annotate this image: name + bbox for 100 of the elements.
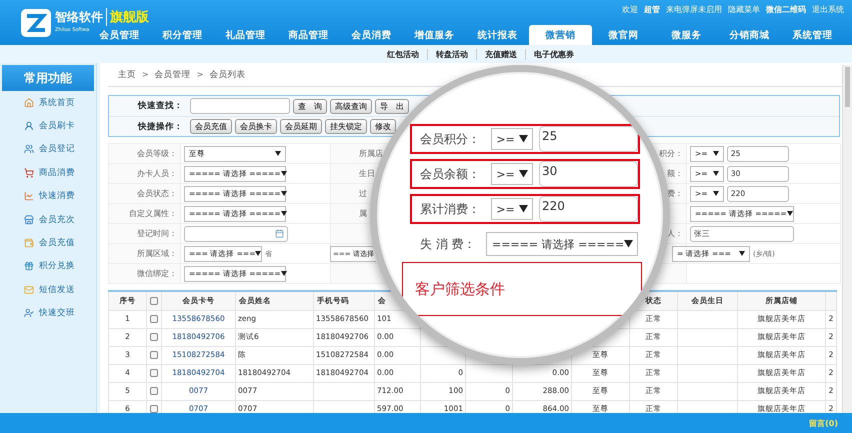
callout-note: 客户筛选条件 bbox=[402, 262, 642, 316]
breadcrumb-link[interactable]: 会员列表 bbox=[209, 68, 246, 80]
field-label: 会员积分： bbox=[420, 130, 481, 148]
wallet-icon bbox=[24, 238, 34, 248]
breadcrumb-link[interactable]: 会员管理 bbox=[154, 68, 191, 80]
nav-tab[interactable]: 微服务 bbox=[655, 25, 718, 45]
sidebar-item[interactable]: 会员刷卡 bbox=[0, 114, 96, 138]
user-icon bbox=[24, 121, 34, 132]
caret-icon bbox=[275, 151, 281, 156]
checkbox[interactable] bbox=[150, 314, 158, 323]
search-button[interactable]: 导 出 bbox=[375, 98, 409, 114]
field-label: 生日 bbox=[359, 169, 375, 178]
field-label: 积分： bbox=[659, 149, 683, 158]
edition-label: 旗舰版 bbox=[106, 8, 149, 26]
cart-icon bbox=[24, 168, 34, 178]
field-label: 会员状态： bbox=[137, 189, 177, 198]
field-label: 累计消费： bbox=[420, 200, 481, 218]
field-label: 所属区域： bbox=[137, 249, 177, 258]
nav-tab[interactable]: 增值服务 bbox=[403, 25, 466, 45]
subnav-link[interactable]: 电子优惠券 bbox=[525, 48, 582, 60]
caret-icon bbox=[713, 171, 719, 176]
nav-tab[interactable]: 会员管理 bbox=[88, 25, 151, 45]
sidebar-item[interactable]: 快速消费 bbox=[0, 184, 96, 208]
field-label: 会员余额： bbox=[420, 166, 481, 182]
action-button[interactable]: 挂失锁定 bbox=[325, 119, 367, 134]
breadcrumb-separator: > bbox=[196, 70, 204, 79]
checkbox[interactable] bbox=[150, 332, 158, 341]
field-label: 快捷操作： bbox=[136, 120, 184, 132]
field-label: 自定义属性： bbox=[129, 209, 177, 218]
checkbox[interactable] bbox=[150, 350, 158, 359]
sidebar-item[interactable]: 短信发送 bbox=[0, 278, 96, 302]
logo-icon bbox=[20, 8, 52, 38]
nav-tab[interactable]: 积分管理 bbox=[151, 25, 214, 45]
checkbox[interactable] bbox=[150, 404, 158, 413]
subnav-link[interactable]: 红包活动 bbox=[379, 48, 427, 60]
users-icon bbox=[24, 144, 34, 154]
sidebar-item[interactable]: 会员登记 bbox=[0, 138, 96, 162]
nav-tab[interactable]: 微官网 bbox=[592, 25, 655, 45]
subnav-link[interactable]: 充值赠送 bbox=[476, 48, 525, 60]
input-field[interactable]: 25 bbox=[538, 126, 638, 152]
checkbox[interactable] bbox=[150, 297, 158, 306]
nav-tab[interactable]: 礼品管理 bbox=[214, 25, 277, 45]
field-label: 登记时间： bbox=[137, 229, 177, 238]
search-button[interactable]: 高级查询 bbox=[330, 98, 372, 114]
gift-icon bbox=[24, 261, 34, 272]
calendar-icon bbox=[275, 229, 284, 238]
scrollbar[interactable] bbox=[842, 65, 852, 413]
field-label: 办卡人员： bbox=[137, 169, 177, 178]
action-button[interactable]: 会员换卡 bbox=[235, 119, 277, 134]
field-label: 所属店 bbox=[359, 149, 383, 158]
sidebar-item[interactable]: 会员充值 bbox=[0, 231, 96, 255]
caret-icon bbox=[280, 191, 287, 196]
search-button[interactable]: 查 询 bbox=[293, 98, 327, 114]
sidebar-title: 常用功能 bbox=[2, 65, 94, 91]
caret-icon bbox=[739, 251, 745, 256]
nav-tab[interactable]: 微营销 bbox=[529, 25, 592, 45]
user-check-icon bbox=[24, 308, 34, 318]
action-button[interactable]: 会员充值 bbox=[190, 119, 232, 134]
caret-icon bbox=[255, 251, 262, 256]
nav-tab[interactable]: 会员消费 bbox=[340, 25, 403, 45]
nav-tab[interactable]: 统计报表 bbox=[466, 25, 529, 45]
action-button[interactable]: 修改 bbox=[370, 119, 396, 134]
sidebar-item[interactable]: 快速交班 bbox=[0, 302, 96, 325]
sidebar-item[interactable]: 积分兑换 bbox=[0, 254, 96, 278]
checkbox[interactable] bbox=[150, 386, 158, 395]
field-label: 快速查找： bbox=[136, 100, 184, 112]
select-field[interactable]: ===== 请选择 ===== bbox=[486, 232, 638, 256]
nav-tab[interactable]: 系统管理 bbox=[781, 25, 844, 45]
nav-tab[interactable]: 分销商城 bbox=[718, 25, 781, 45]
caret-icon bbox=[280, 211, 287, 216]
scrollbar-thumb[interactable] bbox=[845, 67, 850, 107]
sidebar-item[interactable]: 商品消费 bbox=[0, 161, 96, 185]
field-label: 微信绑定： bbox=[137, 269, 177, 278]
date-field[interactable] bbox=[184, 226, 288, 242]
field-label: 额： bbox=[667, 169, 683, 178]
caret-icon bbox=[624, 240, 634, 248]
mail-icon bbox=[24, 284, 34, 295]
home-icon bbox=[24, 98, 34, 108]
input-field[interactable]: 30 bbox=[538, 161, 638, 187]
caret-icon bbox=[713, 191, 719, 196]
chart-icon bbox=[24, 191, 34, 202]
breadcrumb-link[interactable]: 主页 bbox=[118, 68, 136, 80]
field-label: 属 bbox=[359, 209, 367, 218]
operator-select[interactable]: >= bbox=[491, 198, 533, 220]
operator-select[interactable]: >= bbox=[491, 128, 533, 150]
caret-icon bbox=[518, 170, 528, 178]
field-label: 费： bbox=[667, 189, 683, 198]
search-field[interactable] bbox=[190, 98, 290, 114]
subnav-link[interactable]: 转盘活动 bbox=[427, 48, 476, 60]
breadcrumb-separator: > bbox=[142, 70, 149, 79]
checkbox[interactable] bbox=[150, 368, 158, 377]
field-label: 过 bbox=[359, 189, 367, 198]
operator-select[interactable]: >= bbox=[491, 163, 533, 185]
sidebar-item[interactable]: 会员充次 bbox=[0, 208, 96, 232]
action-button[interactable]: 会员延期 bbox=[280, 119, 322, 134]
store-icon bbox=[24, 214, 34, 225]
sidebar-item[interactable]: 系统首页 bbox=[0, 91, 96, 114]
nav-tab[interactable]: 商品管理 bbox=[277, 25, 340, 45]
input-field[interactable]: 220 bbox=[538, 196, 638, 222]
caret-icon bbox=[280, 271, 287, 276]
